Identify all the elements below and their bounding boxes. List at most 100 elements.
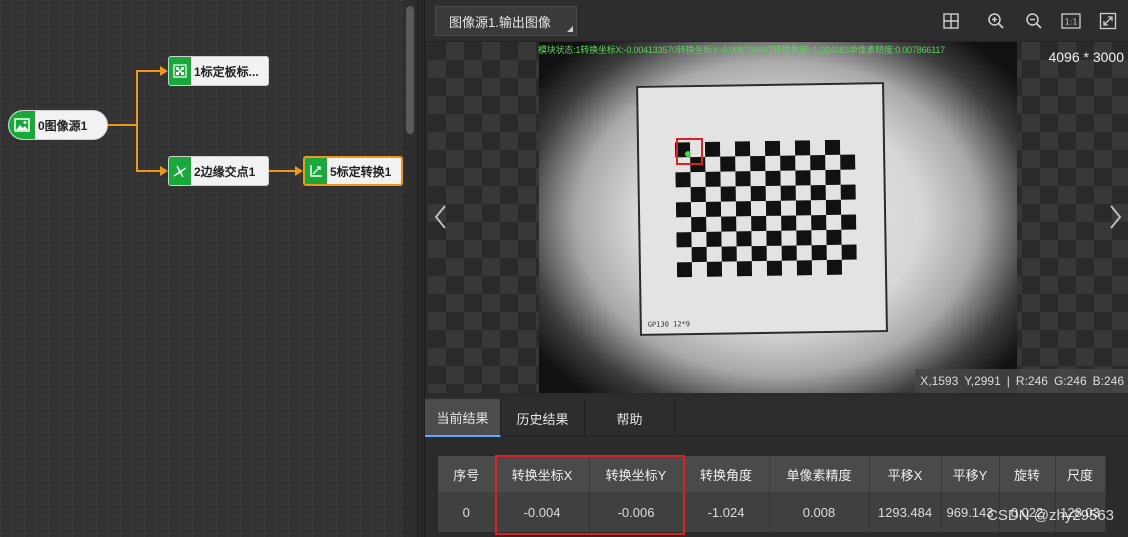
- checker-square: [704, 141, 721, 157]
- tab-history-results[interactable]: 历史结果: [501, 399, 585, 437]
- image-source-label: 图像源1.输出图像: [449, 14, 551, 30]
- checker-square: [824, 139, 841, 156]
- column-header-pixel-precision[interactable]: 单像素精度: [769, 456, 870, 492]
- grid-icon[interactable]: [941, 11, 961, 31]
- canvas-scroll-thumb[interactable]: [406, 6, 414, 134]
- checker-square: [734, 141, 751, 157]
- pixel-separator: |: [1006, 374, 1010, 388]
- panel-splitter[interactable]: [417, 0, 425, 537]
- checker-square: [721, 246, 737, 262]
- svg-text:1:1: 1:1: [1065, 18, 1078, 27]
- flow-canvas[interactable]: 0图像源1 1标定板标... 2边缘交点1 5标定转换1: [0, 0, 403, 537]
- checker-square: [706, 231, 722, 247]
- checker-square: [720, 156, 736, 172]
- wire-source-to-edge-intersection: [136, 125, 160, 172]
- flow-node-label: 0图像源1: [38, 118, 88, 133]
- column-header-transform-y[interactable]: 转换坐标Y: [589, 456, 684, 492]
- checker-square: [720, 186, 736, 202]
- calib-transform-icon: [305, 158, 327, 184]
- checker-square: [736, 231, 752, 247]
- checker-square: [840, 154, 856, 170]
- cell-index: 0: [438, 492, 496, 532]
- checker-square: [705, 171, 721, 187]
- checker-square: [764, 140, 781, 156]
- column-header-translate-x[interactable]: 平移X: [869, 456, 942, 492]
- tab-help[interactable]: 帮助: [585, 399, 675, 437]
- intersection-point: [685, 151, 691, 157]
- zoom-out-icon[interactable]: [1024, 11, 1044, 31]
- actual-size-icon[interactable]: 1:1: [1061, 11, 1081, 31]
- checker-square: [690, 186, 706, 203]
- calibration-board: GP130 12*9: [636, 82, 888, 336]
- column-header-scale[interactable]: 尺度: [1055, 456, 1106, 492]
- tab-label: 帮助: [616, 411, 643, 427]
- pixel-y: Y,2991: [964, 374, 1001, 388]
- checker-square: [706, 261, 723, 277]
- checker-square: [675, 202, 692, 218]
- arrow-to-edge-intersection: [160, 166, 168, 176]
- flow-node-image-source[interactable]: 0图像源1: [8, 110, 108, 140]
- pixel-x: X,1593: [920, 374, 959, 388]
- checker-square: [705, 201, 722, 217]
- canvas-scrollbar[interactable]: [403, 0, 417, 537]
- checker-square: [796, 260, 813, 276]
- checker-square: [766, 230, 782, 246]
- checker-square: [676, 262, 693, 278]
- checker-square: [796, 230, 812, 246]
- checker-square: [675, 172, 691, 188]
- checker-square: [750, 155, 766, 172]
- fit-screen-icon[interactable]: [1098, 11, 1118, 31]
- arrow-to-calib-transform: [295, 166, 303, 176]
- checker-square: [794, 140, 811, 156]
- column-header-index[interactable]: 序号: [438, 456, 496, 492]
- checker-square: [795, 200, 812, 216]
- checker-square: [826, 229, 842, 245]
- checker-square: [826, 259, 843, 275]
- tab-current-results[interactable]: 当前结果: [425, 399, 501, 437]
- checker-square: [825, 169, 841, 185]
- cell-pixel-precision: 0.008: [769, 492, 870, 532]
- checker-square: [750, 185, 766, 202]
- checker-square: [810, 184, 826, 201]
- pixel-info-bar: X,1593 Y,2991 | R:246 G:246 B:246: [915, 369, 1128, 393]
- checker-square: [691, 246, 707, 263]
- flow-node-label: 2边缘交点1: [194, 164, 256, 179]
- checker-square: [765, 200, 782, 216]
- image-source-selector[interactable]: 图像源1.输出图像: [435, 6, 577, 36]
- flow-node-calib-board[interactable]: 1标定板标...: [168, 56, 269, 86]
- checker-square: [841, 244, 857, 260]
- edge-intersection-icon: [169, 157, 191, 185]
- checker-square: [780, 185, 796, 201]
- checker-square: [751, 215, 767, 232]
- column-header-rotation[interactable]: 旋转: [999, 456, 1056, 492]
- flow-node-calib-transform[interactable]: 5标定转换1: [303, 156, 403, 186]
- cell-transform-x: -0.004: [495, 492, 590, 532]
- flow-node-edge-intersection[interactable]: 2边缘交点1: [168, 156, 269, 186]
- checker-square: [781, 245, 797, 261]
- checker-square: [811, 244, 827, 261]
- checker-square: [676, 232, 692, 248]
- checker-square: [810, 155, 826, 171]
- table-header-row: 序号 转换坐标X 转换坐标Y 转换角度 单像素精度 平移X 平移Y 旋转 尺度: [438, 456, 1106, 492]
- tab-label: 当前结果: [436, 410, 489, 426]
- camera-image: GP130 12*9: [539, 42, 1017, 393]
- checker-square: [811, 214, 827, 231]
- checker-square: [721, 216, 737, 232]
- next-image-icon[interactable]: [1108, 202, 1124, 232]
- column-header-translate-y[interactable]: 平移Y: [941, 456, 1000, 492]
- results-panel: 序号 转换坐标X 转换坐标Y 转换角度 单像素精度 平移X 平移Y 旋转 尺度 …: [425, 437, 1128, 537]
- checker-square: [781, 215, 797, 231]
- arrow-to-calib-board: [160, 66, 168, 76]
- roi-box[interactable]: [676, 138, 703, 165]
- zoom-in-icon[interactable]: [986, 11, 1006, 31]
- checker-square: [840, 184, 856, 200]
- flow-node-label: 1标定板标...: [194, 64, 259, 79]
- checker-square: [841, 214, 857, 230]
- checker-square: [735, 171, 751, 187]
- pixel-b: B:246: [1092, 374, 1124, 388]
- image-viewer[interactable]: GP130 12*9 模块状态:1转换坐标X:-0.004133570转换坐标Y…: [428, 42, 1128, 393]
- previous-image-icon[interactable]: [432, 202, 448, 232]
- column-header-transform-angle[interactable]: 转换角度: [683, 456, 770, 492]
- column-header-transform-x[interactable]: 转换坐标X: [495, 456, 590, 492]
- checker-square: [780, 155, 796, 171]
